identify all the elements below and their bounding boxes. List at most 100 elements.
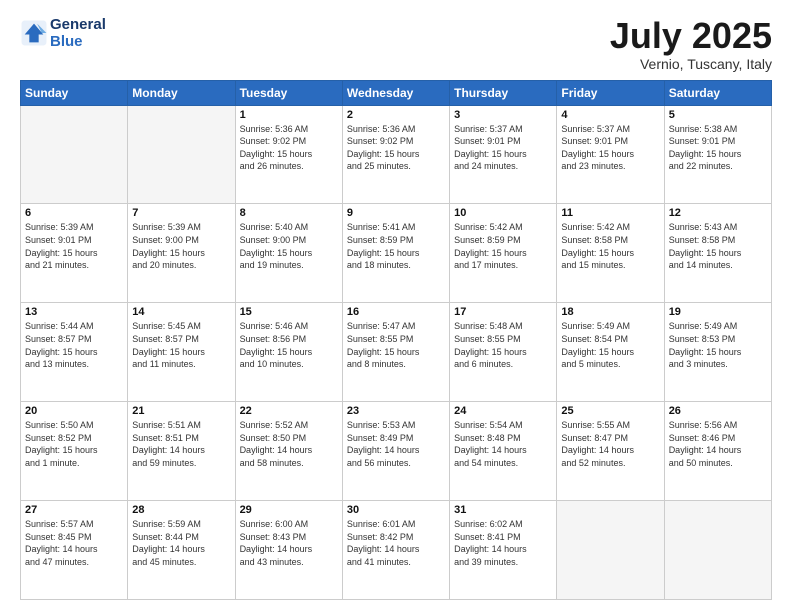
calendar-header-row: SundayMondayTuesdayWednesdayThursdayFrid…	[21, 80, 772, 105]
day-number: 4	[561, 109, 659, 121]
day-number: 18	[561, 306, 659, 318]
calendar-cell: 27 Sunrise: 5:57 AM Sunset: 8:45 PM Dayli…	[21, 501, 128, 600]
calendar-cell: 23 Sunrise: 5:53 AM Sunset: 8:49 PM Dayli…	[342, 402, 449, 501]
day-number: 31	[454, 504, 552, 516]
day-info: Sunrise: 5:53 AM Sunset: 8:49 PM Dayligh…	[347, 419, 445, 469]
week-row-5: 27 Sunrise: 5:57 AM Sunset: 8:45 PM Dayli…	[21, 501, 772, 600]
week-row-2: 6 Sunrise: 5:39 AM Sunset: 9:01 PM Daylig…	[21, 204, 772, 303]
calendar-cell: 17 Sunrise: 5:48 AM Sunset: 8:55 PM Dayli…	[450, 303, 557, 402]
week-row-4: 20Sunrise: 5:50 AM Sunset: 8:52 PM Dayli…	[21, 402, 772, 501]
day-number: 12	[669, 207, 767, 219]
day-info: Sunrise: 5:52 AM Sunset: 8:50 PM Dayligh…	[240, 419, 338, 469]
day-info: Sunrise: 5:51 AM Sunset: 8:51 PM Dayligh…	[132, 419, 230, 469]
day-number: 23	[347, 405, 445, 417]
calendar-cell: 6 Sunrise: 5:39 AM Sunset: 9:01 PM Daylig…	[21, 204, 128, 303]
day-info: Sunrise: 5:39 AM Sunset: 9:01 PM Dayligh…	[25, 221, 123, 271]
day-info: Sunrise: 5:43 AM Sunset: 8:58 PM Dayligh…	[669, 221, 767, 271]
calendar-cell: 18 Sunrise: 5:49 AM Sunset: 8:54 PM Dayli…	[557, 303, 664, 402]
calendar-cell: 16Sunrise: 5:47 AM Sunset: 8:55 PM Dayli…	[342, 303, 449, 402]
day-number: 20	[25, 405, 123, 417]
calendar-cell: 2Sunrise: 5:36 AM Sunset: 9:02 PM Daylig…	[342, 105, 449, 204]
day-info: Sunrise: 6:02 AM Sunset: 8:41 PM Dayligh…	[454, 518, 552, 568]
calendar-cell: 14 Sunrise: 5:45 AM Sunset: 8:57 PM Dayli…	[128, 303, 235, 402]
day-number: 5	[669, 109, 767, 121]
logo-text: General Blue	[50, 16, 106, 50]
day-number: 9	[347, 207, 445, 219]
day-number: 28	[132, 504, 230, 516]
day-number: 1	[240, 109, 338, 121]
day-header-tuesday: Tuesday	[235, 80, 342, 105]
header: General Blue July 2025 Vernio, Tuscany, …	[20, 16, 772, 72]
calendar-cell: 21 Sunrise: 5:51 AM Sunset: 8:51 PM Dayli…	[128, 402, 235, 501]
calendar-cell: 29Sunrise: 6:00 AM Sunset: 8:43 PM Dayli…	[235, 501, 342, 600]
day-info: Sunrise: 5:47 AM Sunset: 8:55 PM Dayligh…	[347, 320, 445, 370]
day-info: Sunrise: 5:55 AM Sunset: 8:47 PM Dayligh…	[561, 419, 659, 469]
day-number: 25	[561, 405, 659, 417]
day-info: Sunrise: 5:56 AM Sunset: 8:46 PM Dayligh…	[669, 419, 767, 469]
day-info: Sunrise: 5:54 AM Sunset: 8:48 PM Dayligh…	[454, 419, 552, 469]
day-info: Sunrise: 5:44 AM Sunset: 8:57 PM Dayligh…	[25, 320, 123, 370]
calendar-cell	[664, 501, 771, 600]
calendar-cell: 31 Sunrise: 6:02 AM Sunset: 8:41 PM Dayli…	[450, 501, 557, 600]
calendar-cell: 13 Sunrise: 5:44 AM Sunset: 8:57 PM Dayli…	[21, 303, 128, 402]
calendar-cell: 9Sunrise: 5:41 AM Sunset: 8:59 PM Daylig…	[342, 204, 449, 303]
day-number: 13	[25, 306, 123, 318]
calendar-cell: 25 Sunrise: 5:55 AM Sunset: 8:47 PM Dayli…	[557, 402, 664, 501]
calendar-cell: 12 Sunrise: 5:43 AM Sunset: 8:58 PM Dayli…	[664, 204, 771, 303]
day-header-saturday: Saturday	[664, 80, 771, 105]
day-info: Sunrise: 6:01 AM Sunset: 8:42 PM Dayligh…	[347, 518, 445, 568]
calendar-cell: 24 Sunrise: 5:54 AM Sunset: 8:48 PM Dayli…	[450, 402, 557, 501]
day-header-friday: Friday	[557, 80, 664, 105]
week-row-1: 1 Sunrise: 5:36 AM Sunset: 9:02 PM Daylig…	[21, 105, 772, 204]
calendar-cell: 3 Sunrise: 5:37 AM Sunset: 9:01 PM Daylig…	[450, 105, 557, 204]
day-header-sunday: Sunday	[21, 80, 128, 105]
day-info: Sunrise: 5:42 AM Sunset: 8:58 PM Dayligh…	[561, 221, 659, 271]
month-year: July 2025	[610, 16, 772, 56]
logo: General Blue	[20, 16, 106, 50]
calendar-cell: 20Sunrise: 5:50 AM Sunset: 8:52 PM Dayli…	[21, 402, 128, 501]
day-number: 24	[454, 405, 552, 417]
day-number: 15	[240, 306, 338, 318]
calendar-cell: 8 Sunrise: 5:40 AM Sunset: 9:00 PM Daylig…	[235, 204, 342, 303]
day-number: 14	[132, 306, 230, 318]
calendar-cell: 1 Sunrise: 5:36 AM Sunset: 9:02 PM Daylig…	[235, 105, 342, 204]
day-number: 30	[347, 504, 445, 516]
day-info: Sunrise: 6:00 AM Sunset: 8:43 PM Dayligh…	[240, 518, 338, 568]
day-info: Sunrise: 5:37 AM Sunset: 9:01 PM Dayligh…	[454, 123, 552, 173]
day-info: Sunrise: 5:46 AM Sunset: 8:56 PM Dayligh…	[240, 320, 338, 370]
calendar-cell: 5Sunrise: 5:38 AM Sunset: 9:01 PM Daylig…	[664, 105, 771, 204]
calendar-cell: 10 Sunrise: 5:42 AM Sunset: 8:59 PM Dayli…	[450, 204, 557, 303]
day-info: Sunrise: 5:48 AM Sunset: 8:55 PM Dayligh…	[454, 320, 552, 370]
day-number: 27	[25, 504, 123, 516]
day-info: Sunrise: 5:49 AM Sunset: 8:53 PM Dayligh…	[669, 320, 767, 370]
day-number: 21	[132, 405, 230, 417]
day-info: Sunrise: 5:37 AM Sunset: 9:01 PM Dayligh…	[561, 123, 659, 173]
day-number: 17	[454, 306, 552, 318]
day-number: 10	[454, 207, 552, 219]
calendar-cell: 11 Sunrise: 5:42 AM Sunset: 8:58 PM Dayli…	[557, 204, 664, 303]
logo-icon	[20, 19, 48, 47]
day-info: Sunrise: 5:40 AM Sunset: 9:00 PM Dayligh…	[240, 221, 338, 271]
day-info: Sunrise: 5:42 AM Sunset: 8:59 PM Dayligh…	[454, 221, 552, 271]
day-number: 19	[669, 306, 767, 318]
day-number: 3	[454, 109, 552, 121]
day-info: Sunrise: 5:57 AM Sunset: 8:45 PM Dayligh…	[25, 518, 123, 568]
day-info: Sunrise: 5:59 AM Sunset: 8:44 PM Dayligh…	[132, 518, 230, 568]
day-header-wednesday: Wednesday	[342, 80, 449, 105]
location: Vernio, Tuscany, Italy	[610, 56, 772, 72]
day-info: Sunrise: 5:45 AM Sunset: 8:57 PM Dayligh…	[132, 320, 230, 370]
calendar-cell	[21, 105, 128, 204]
day-info: Sunrise: 5:49 AM Sunset: 8:54 PM Dayligh…	[561, 320, 659, 370]
calendar-cell: 15 Sunrise: 5:46 AM Sunset: 8:56 PM Dayli…	[235, 303, 342, 402]
week-row-3: 13 Sunrise: 5:44 AM Sunset: 8:57 PM Dayli…	[21, 303, 772, 402]
day-number: 8	[240, 207, 338, 219]
day-info: Sunrise: 5:36 AM Sunset: 9:02 PM Dayligh…	[240, 123, 338, 173]
calendar-cell: 22 Sunrise: 5:52 AM Sunset: 8:50 PM Dayli…	[235, 402, 342, 501]
day-number: 7	[132, 207, 230, 219]
title-block: July 2025 Vernio, Tuscany, Italy	[610, 16, 772, 72]
day-number: 11	[561, 207, 659, 219]
calendar-cell: 26Sunrise: 5:56 AM Sunset: 8:46 PM Dayli…	[664, 402, 771, 501]
day-number: 22	[240, 405, 338, 417]
page: General Blue July 2025 Vernio, Tuscany, …	[0, 0, 792, 612]
day-number: 6	[25, 207, 123, 219]
